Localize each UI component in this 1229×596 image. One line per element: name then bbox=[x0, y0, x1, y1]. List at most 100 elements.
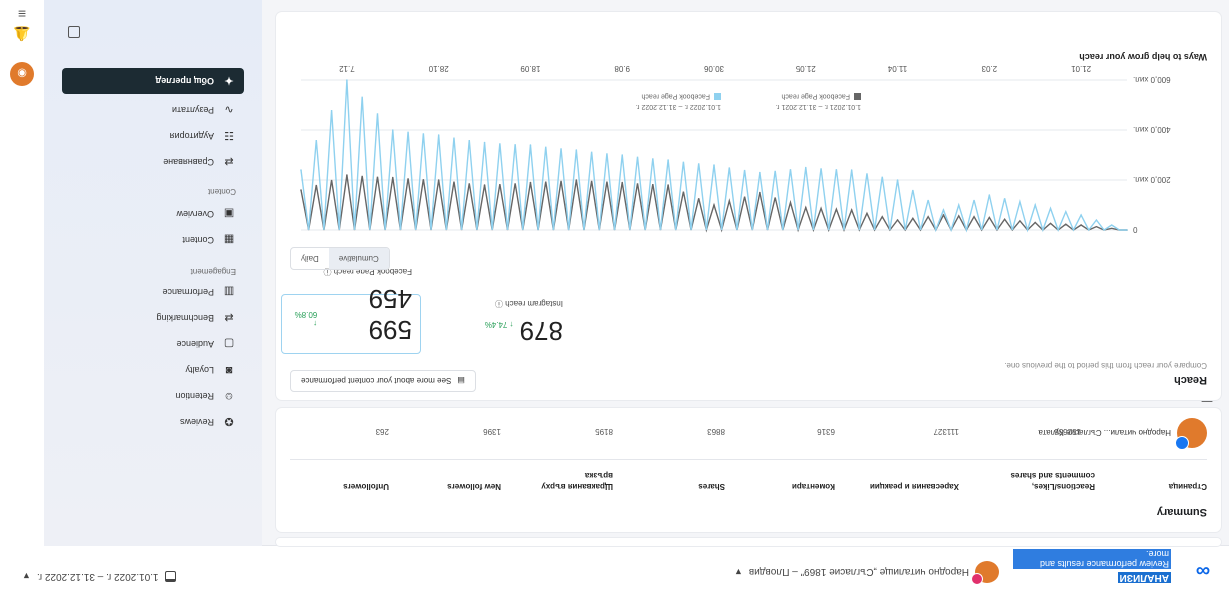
page-selector-label: Народно читалище „Съгласие 1869" – Пловд… bbox=[748, 566, 969, 578]
nav-item-label: Content bbox=[182, 235, 214, 245]
toggle-cumulative[interactable]: Cumulative bbox=[328, 248, 389, 269]
series-point bbox=[1080, 214, 1082, 216]
instagram-reach-metric[interactable]: 879 ↑ 74.4% Instagram reach ⓘ bbox=[431, 294, 571, 354]
summary-value: 111327 bbox=[933, 427, 959, 436]
summary-header-new-followers: New followers bbox=[447, 482, 501, 491]
nav-item-label: Retention bbox=[175, 391, 214, 401]
chart-legend: 1.01.2021 г. – 31.12.2021 г. Facebook Pa… bbox=[776, 93, 861, 110]
compare-icon: ⇄ bbox=[224, 155, 234, 168]
reviews-icon: ✪ bbox=[224, 415, 234, 428]
info-icon[interactable]: ⓘ bbox=[495, 299, 503, 308]
series-point bbox=[437, 179, 440, 181]
collapse-panel-icon[interactable] bbox=[68, 26, 80, 38]
nav-item-overview[interactable]: ✦ Общ преглед bbox=[62, 68, 244, 94]
series-point bbox=[621, 154, 624, 156]
nav-section-engagement: Engagement bbox=[190, 267, 236, 276]
overview-icon: ▣ bbox=[223, 207, 235, 220]
x-tick-label: 21.01 bbox=[1071, 64, 1092, 73]
facebook-reach-delta: ↑ 60.8% bbox=[294, 310, 318, 328]
top-bar: ∞ АНАЛИЗИ Review performance results and… bbox=[0, 545, 1229, 596]
reach-chart: 0 200,0 хил. 400,0 хил. 600,0 хил. 21.01 2.03… bbox=[300, 64, 1171, 234]
brand-title: АНАЛИЗИ bbox=[1117, 572, 1171, 583]
nav-item-label: Резултати bbox=[172, 105, 214, 115]
series-point bbox=[713, 164, 715, 166]
series-point bbox=[1126, 229, 1128, 231]
nav-item-audience-eng[interactable]: ▢ Audience bbox=[62, 332, 244, 356]
nav-item-overview-content[interactable]: ▣ Overview bbox=[62, 202, 244, 226]
nav-item-label: Reviews bbox=[179, 417, 214, 427]
series-point bbox=[713, 204, 715, 206]
loyalty-icon: ◙ bbox=[225, 364, 233, 376]
series-point bbox=[1034, 204, 1037, 206]
series-point bbox=[667, 159, 669, 161]
page-selector[interactable]: Народно читалище „Съгласие 1869" – Пловд… bbox=[734, 558, 999, 586]
toggle-daily[interactable]: Daily bbox=[291, 248, 329, 269]
series-point bbox=[804, 206, 807, 209]
series-point bbox=[942, 209, 945, 211]
menu-icon[interactable]: ≡ bbox=[10, 2, 34, 26]
series-point bbox=[850, 169, 853, 171]
summary-header-comments: Коментари bbox=[791, 482, 835, 491]
nav-item-loyalty[interactable]: ◙ Loyalty bbox=[62, 358, 244, 382]
x-tick-label: 28.10 bbox=[428, 64, 449, 73]
brand-subtitle: Review performance results and more. bbox=[1013, 549, 1171, 569]
content-icon: ▤ bbox=[457, 376, 465, 386]
insights-nav: ✦ Общ преглед ∿ Резултати ☷ Аудитория ⇄ … bbox=[44, 0, 262, 546]
nav-item-results[interactable]: ∿ Резултати bbox=[62, 98, 244, 122]
series-point bbox=[942, 214, 945, 216]
nav-section-content: Content bbox=[207, 187, 236, 196]
y-tick-label: 200,0 хил. bbox=[1133, 175, 1171, 184]
facebook-reach-metric[interactable]: 599 459 ↑ 60.8% Facebook Page reach ⓘ bbox=[281, 267, 421, 354]
summary-value: 8863 bbox=[707, 427, 725, 436]
chart-legend: 1.01.2022 г. – 31.12.2022 г. Facebook Pa… bbox=[636, 93, 721, 110]
page-avatar-icon bbox=[975, 561, 999, 583]
series-point bbox=[300, 169, 302, 171]
date-range-selector[interactable]: 1.01.2022 г. – 31.12.2022 г. ▼ bbox=[22, 571, 176, 582]
chevron-down-icon: ▼ bbox=[733, 567, 743, 577]
series-point bbox=[391, 129, 394, 131]
see-more-button[interactable]: ▤ See more about your content performanc… bbox=[290, 370, 476, 392]
meta-logo-icon[interactable]: ∞ bbox=[1189, 558, 1217, 584]
legend-label: Facebook Page reach bbox=[641, 92, 711, 100]
summary-header-reactions: Reactions/Likes, comments and shares bbox=[1010, 471, 1095, 491]
nav-item-performance[interactable]: ▥ Performance bbox=[62, 280, 244, 304]
series-point bbox=[529, 144, 532, 146]
overview-icon: ✦ bbox=[224, 74, 234, 87]
nav-item-audience[interactable]: ☷ Аудитория bbox=[62, 124, 244, 148]
account-avatar[interactable]: ◉ bbox=[10, 62, 34, 86]
reach-subtitle: Compare your reach from this period to t… bbox=[1004, 361, 1207, 370]
nav-item-label: Аудитория bbox=[169, 131, 214, 141]
series-point bbox=[529, 181, 532, 184]
calendar-icon bbox=[164, 571, 176, 582]
series-point bbox=[1080, 224, 1082, 226]
nav-item-content[interactable]: ▦ Content bbox=[62, 228, 244, 252]
pulse-icon: ∿ bbox=[224, 103, 234, 116]
summary-value: 263 bbox=[375, 427, 389, 436]
nav-item-label: Общ преглед bbox=[155, 76, 214, 86]
see-more-label: See more about your content performance bbox=[301, 376, 452, 386]
series-point bbox=[575, 149, 578, 151]
summary-value: 1396 bbox=[483, 427, 501, 436]
series-point bbox=[300, 189, 302, 191]
reach-card: Reach Compare your reach from this perio… bbox=[276, 12, 1221, 400]
nav-item-compare[interactable]: ⇄ Сравняване bbox=[62, 150, 244, 174]
nav-item-benchmarking[interactable]: ⇄ Benchmarking bbox=[62, 306, 244, 330]
series-point bbox=[759, 191, 761, 194]
nav-item-label: Audience bbox=[176, 339, 214, 349]
nav-item-retention[interactable]: ☺ Retention bbox=[62, 384, 244, 408]
summary-header-link-clicks: Щраквания върху връзка bbox=[541, 471, 613, 491]
legend-range: 1.01.2021 г. – 31.12.2021 г. bbox=[775, 103, 861, 110]
nav-item-label: Overview bbox=[176, 209, 214, 219]
reach-title: Reach bbox=[1173, 374, 1207, 386]
nav-item-label: Сравняване bbox=[163, 157, 214, 167]
series-point bbox=[391, 176, 394, 179]
summary-value: 152636 bbox=[1054, 427, 1081, 436]
summary-value: 8195 bbox=[595, 427, 613, 436]
instagram-reach-label: Instagram reach bbox=[505, 299, 563, 308]
icon-rail: ◉ 🔔 ≡ bbox=[0, 0, 44, 546]
nav-item-reviews[interactable]: ✪ Reviews bbox=[62, 410, 244, 434]
series-point bbox=[988, 216, 991, 219]
x-tick-label: 9.08 bbox=[614, 64, 630, 73]
series-point bbox=[575, 179, 578, 181]
reach-view-toggle: Cumulative Daily bbox=[290, 247, 390, 270]
